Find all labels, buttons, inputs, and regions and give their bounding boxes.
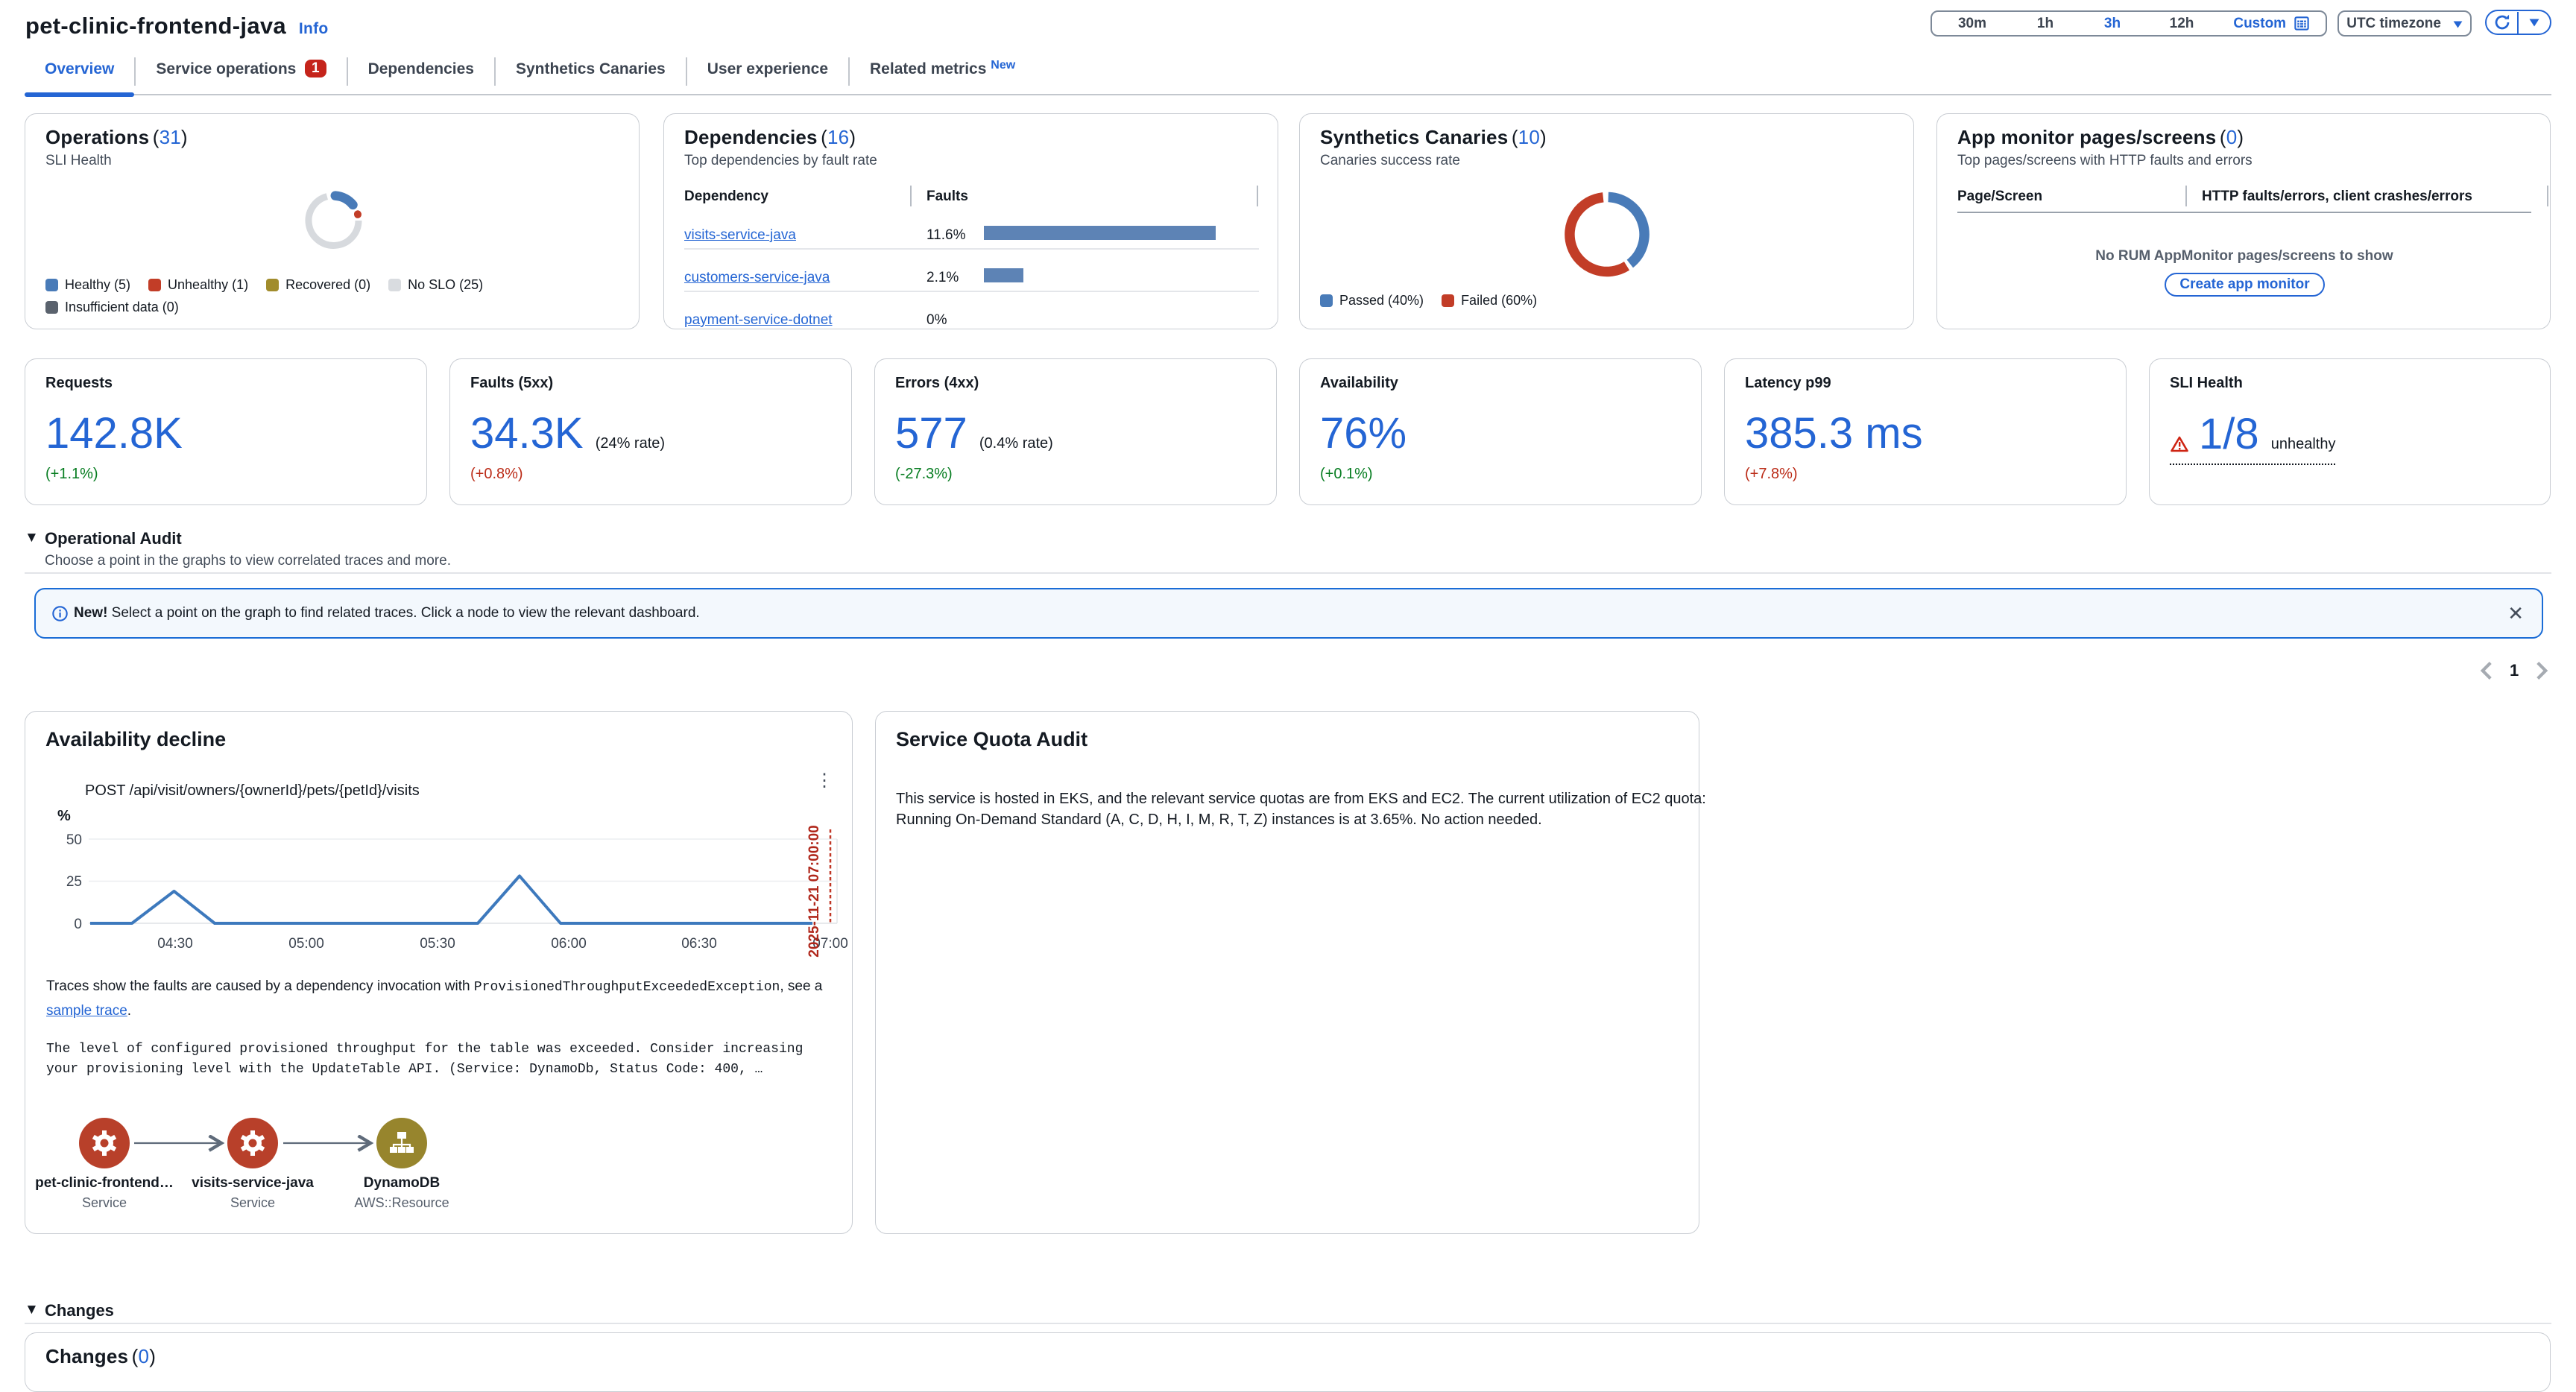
svg-text:06:00: 06:00 <box>551 936 587 952</box>
svg-text:0: 0 <box>74 917 82 932</box>
svg-text:06:30: 06:30 <box>681 936 717 952</box>
svg-text:25: 25 <box>66 874 82 890</box>
svg-text:05:00: 05:00 <box>288 936 324 952</box>
svg-text:04:30: 04:30 <box>157 936 193 952</box>
svg-text:%: % <box>57 808 71 824</box>
svg-text:05:30: 05:30 <box>420 936 455 952</box>
svg-text:50: 50 <box>66 832 82 848</box>
svg-text:2025-11-21 07:00:00: 2025-11-21 07:00:00 <box>806 825 822 957</box>
